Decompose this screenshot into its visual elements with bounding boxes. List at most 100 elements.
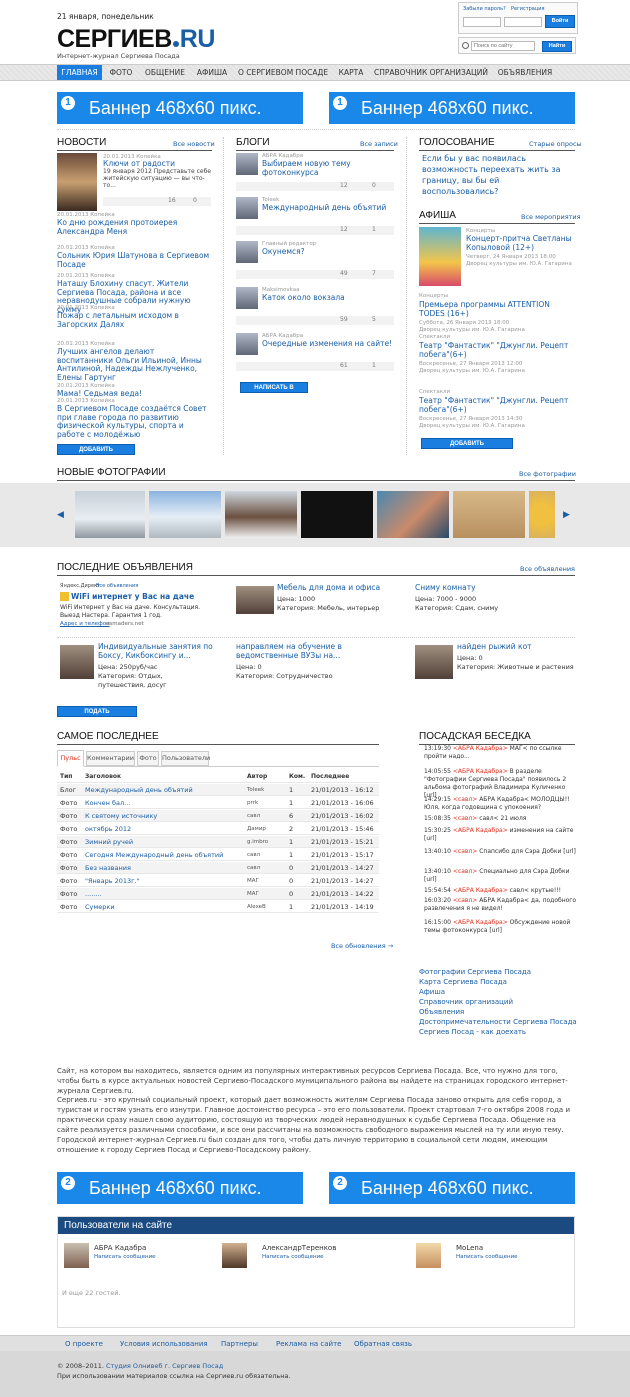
afisha-lead-image[interactable] — [419, 227, 461, 286]
send-message-link[interactable]: Написать сообщение — [262, 1254, 324, 1260]
row-title-link[interactable]: Зимний ручей — [85, 836, 133, 848]
side-link[interactable]: Карта Сергиева Посада — [419, 978, 507, 986]
avatar[interactable] — [236, 197, 258, 219]
chat-user[interactable]: <савл> — [453, 868, 477, 875]
ads-all-link[interactable]: Все объявления — [520, 565, 575, 573]
row-title-link[interactable]: октябрь 2012 — [85, 823, 131, 835]
blog-title[interactable]: Международный день объятий — [262, 203, 394, 213]
photo-thumb[interactable] — [301, 491, 373, 538]
blog-title[interactable]: Выбираем новую тему фотоконкурса — [262, 159, 394, 177]
chat-user[interactable]: <АБРА Кадабра> — [453, 887, 508, 894]
chat-user[interactable]: <савл> — [453, 796, 477, 803]
arrow-left-icon[interactable]: ◀ — [57, 510, 64, 520]
news-all-link[interactable]: Все новости — [173, 140, 215, 148]
row-author[interactable]: g.imbro — [247, 836, 268, 848]
password-field[interactable] — [504, 17, 542, 27]
poll-old-link[interactable]: Старые опросы — [529, 140, 582, 148]
photo-thumb[interactable] — [453, 491, 525, 538]
banner-top-left[interactable]: 1 Баннер 468x60 пикс. — [57, 92, 303, 124]
direct-ad-title[interactable]: WiFi интернет у Вас на даче — [71, 592, 194, 601]
chat-user[interactable]: <АБРА Кадабра> — [453, 919, 508, 926]
ad-title[interactable]: Индивидуальные занятия по Боксу, Кикбокс… — [98, 642, 216, 660]
footer-link-partners[interactable]: Партнеры — [221, 1340, 258, 1348]
write-blog-button[interactable]: НАПИСАТЬ В БЛОГ — [240, 382, 308, 401]
photo-thumb[interactable] — [149, 491, 221, 538]
ad-image[interactable] — [60, 645, 94, 679]
footer-link-terms[interactable]: Условия использования — [120, 1340, 208, 1348]
row-author[interactable]: савл — [247, 849, 260, 861]
row-author[interactable]: AlexeB — [247, 901, 266, 913]
ad-title[interactable]: Мебель для дома и офиса — [277, 583, 395, 593]
footer-link-ads[interactable]: Реклама на сайте — [276, 1340, 341, 1348]
blogs-all-link[interactable]: Все записи — [360, 140, 398, 148]
ad-image[interactable] — [236, 586, 274, 614]
footer-studio-link[interactable]: Студия Олнивеб г. Сергиев Посад — [106, 1362, 223, 1370]
ad-image[interactable] — [415, 645, 453, 679]
nav-item-directory[interactable]: СПРАВОЧНИК ОРГАНИЗАЦИЙ — [370, 65, 492, 80]
chat-user[interactable]: <АБРА Кадабра> — [453, 745, 508, 752]
row-author[interactable]: МАГ — [247, 875, 259, 887]
side-link[interactable]: Сергиев Посад - как доехать — [419, 1028, 526, 1036]
nav-item-home[interactable]: ГЛАВНАЯ — [57, 65, 102, 80]
row-title-link[interactable]: Сумерки — [85, 901, 115, 913]
all-updates-link[interactable]: Все обновления → — [331, 942, 393, 950]
row-author[interactable]: prrk — [247, 797, 258, 809]
avatar[interactable] — [222, 1243, 247, 1268]
send-message-link[interactable]: Написать сообщение — [456, 1254, 518, 1260]
row-author[interactable]: савл — [247, 862, 260, 874]
side-link[interactable]: Афиша — [419, 988, 445, 996]
afisha-item-title[interactable]: Театр "Фантастик" "Джунгли. Рецепт побег… — [419, 396, 575, 414]
tab-comments[interactable]: Комментарии — [86, 751, 135, 766]
footer-link-feedback[interactable]: Обратная связь — [354, 1340, 412, 1348]
side-link[interactable]: Достопримечательности Сергиева Посада — [419, 1018, 577, 1026]
banner-bottom-left[interactable]: 2 Баннер 468x60 пикс. — [57, 1172, 303, 1204]
direct-all-link[interactable]: Все объявления — [96, 583, 138, 589]
row-title-link[interactable]: ........ — [85, 888, 102, 900]
row-title-link[interactable]: Без названия — [85, 862, 131, 874]
chat-user[interactable]: <савл> — [453, 897, 477, 904]
news-item-title[interactable]: В Сергиевом Посаде создаётся Совет при г… — [57, 404, 212, 439]
nav-item-map[interactable]: КАРТА — [333, 65, 369, 80]
news-item-title[interactable]: Лучших ангелов делают воспитанники Ольги… — [57, 347, 212, 382]
ad-title[interactable]: направляем на обучение в ведомственные В… — [236, 642, 406, 660]
side-link[interactable]: Справочник организаций — [419, 998, 513, 1006]
chat-user[interactable]: <савл> — [453, 848, 477, 855]
row-title-link[interactable]: Сегодня Международный день объятий — [85, 849, 223, 861]
nav-item-photo[interactable]: ФОТО — [103, 65, 139, 80]
afisha-item-title[interactable]: Театр "Фантастик" "Джунгли. Рецепт побег… — [419, 341, 575, 359]
add-news-button[interactable]: ДОБАВИТЬ НОВОСТЬ — [57, 444, 135, 463]
afisha-item-title[interactable]: Премьера программы ATTENTION TODES (16+) — [419, 300, 575, 318]
row-author[interactable]: МАГ — [247, 888, 259, 900]
photo-thumb[interactable] — [377, 491, 449, 538]
search-button[interactable]: Найти — [542, 41, 572, 52]
chat-user[interactable]: <АБРА Кадабра> — [453, 827, 508, 834]
nav-item-chat[interactable]: ОБЩЕНИЕ — [140, 65, 190, 80]
arrow-right-icon[interactable]: ▶ — [563, 510, 570, 520]
blog-title[interactable]: Окунемся? — [262, 247, 394, 257]
forgot-password-link[interactable]: Забыли пароль? — [463, 6, 506, 12]
avatar[interactable] — [236, 241, 258, 263]
row-author[interactable]: савл — [247, 810, 260, 822]
afisha-all-link[interactable]: Все мероприятия — [521, 213, 581, 221]
post-ad-button[interactable]: ПОДАТЬ ОБЪЯВЛЕНИЕ — [57, 706, 137, 725]
login-button[interactable]: Войти — [545, 15, 575, 28]
avatar[interactable] — [64, 1243, 89, 1268]
site-logo[interactable]: СЕРГИЕВ RU — [57, 26, 215, 52]
banner-bottom-right[interactable]: 2 Баннер 468x60 пикс. — [329, 1172, 575, 1204]
tab-photo[interactable]: Фото — [137, 751, 159, 766]
footer-link-about[interactable]: О проекте — [65, 1340, 103, 1348]
blog-title[interactable]: Очередные изменения на сайте! — [262, 339, 394, 349]
online-user-name[interactable]: АлександрТеренков — [262, 1244, 336, 1252]
row-title-link[interactable]: Международный день объятий — [85, 784, 193, 796]
nav-item-about[interactable]: О СЕРГИЕВОМ ПОСАДЕ — [234, 65, 332, 80]
news-item-title[interactable]: Ко дню рождения протоиерея Александра Ме… — [57, 218, 212, 236]
ad-title[interactable]: Сниму комнату — [415, 583, 533, 593]
nav-item-afisha[interactable]: АФИША — [191, 65, 233, 80]
direct-ad-phone-link[interactable]: Адрес и телефон — [60, 621, 110, 627]
row-title-link[interactable]: К святому источнику — [85, 810, 157, 822]
news-item-title[interactable]: Сольник Юрия Шатунова в Сергиевом Посаде — [57, 251, 212, 269]
photo-thumb[interactable] — [529, 491, 555, 538]
blog-title[interactable]: Каток около вокзала — [262, 293, 394, 303]
side-link[interactable]: Фотографии Сергиева Посада — [419, 968, 531, 976]
row-author[interactable]: Toleek — [247, 784, 264, 796]
